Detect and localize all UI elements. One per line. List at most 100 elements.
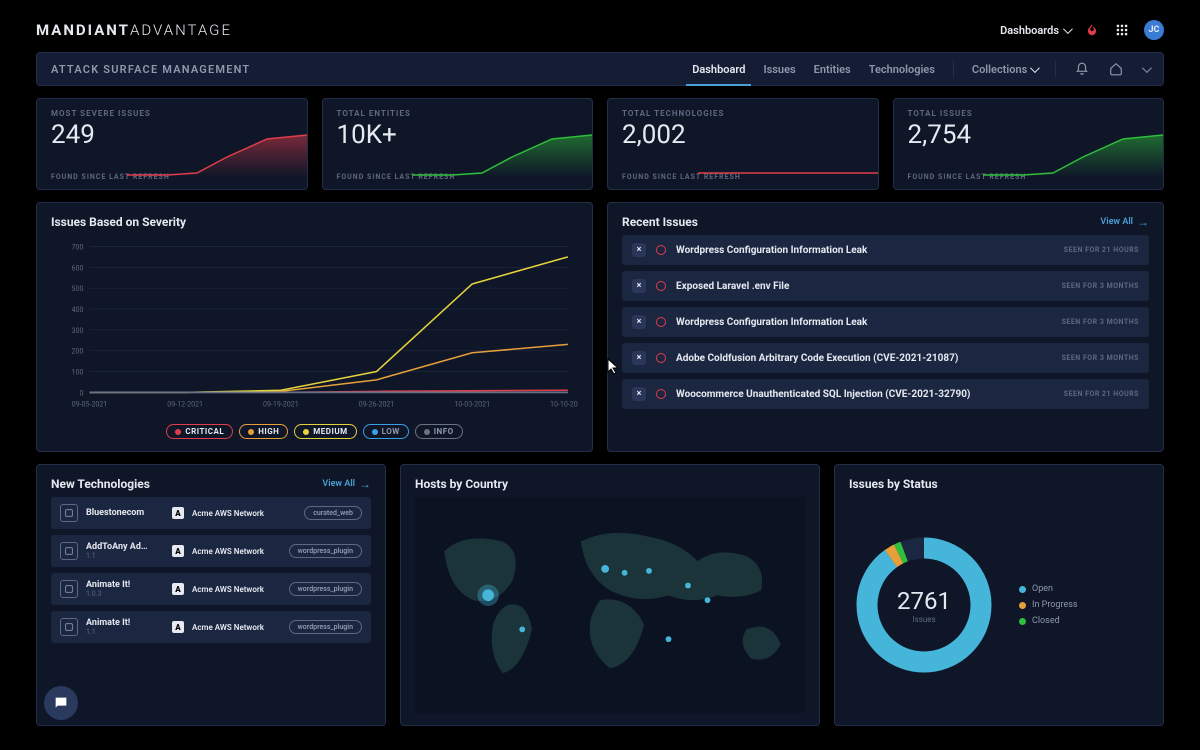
tech-row[interactable]: AddToAny Ad…1.1 A Acme AWS Network wordp…: [51, 535, 371, 567]
tech-network: Acme AWS Network: [192, 623, 281, 632]
dashboards-dropdown[interactable]: Dashboards: [1000, 24, 1070, 37]
issue-row[interactable]: × Adobe Coldfusion Arbitrary Code Execut…: [622, 343, 1149, 373]
issue-seen: SEEN FOR 3 MONTHS: [1062, 354, 1139, 362]
tech-version: 1.1: [86, 628, 164, 636]
issue-seen: SEEN FOR 3 MONTHS: [1062, 318, 1139, 326]
kpi-sparkline: [127, 127, 307, 177]
status-total: 2761: [897, 587, 951, 615]
kpi-label: TOTAL ENTITIES: [337, 109, 579, 118]
recent-viewall-link[interactable]: View All→: [1100, 215, 1149, 229]
legend-high[interactable]: HIGH: [239, 424, 288, 439]
status-total-label: Issues: [912, 615, 935, 624]
kpi-card[interactable]: MOST SEVERE ISSUES 249 FOUND SINCE LAST …: [36, 98, 308, 190]
legend-info[interactable]: INFO: [415, 424, 463, 439]
issue-row[interactable]: × Woocommerce Unauthenticated SQL Inject…: [622, 379, 1149, 409]
svg-text:10-10-2021: 10-10-2021: [550, 400, 578, 409]
recent-title: Recent Issues: [622, 215, 698, 229]
home-icon[interactable]: [1108, 61, 1124, 77]
tech-icon: [60, 618, 78, 636]
severity-legend: CRITICAL HIGH MEDIUM LOW INFO: [51, 424, 578, 439]
legend-dot-icon: [1019, 586, 1026, 593]
status-donut: 2761 Issues: [849, 530, 999, 680]
tech-title: New Technologies: [51, 477, 150, 491]
tab-entities[interactable]: Entities: [814, 53, 851, 85]
issue-row[interactable]: × Wordpress Configuration Information Le…: [622, 307, 1149, 337]
fire-icon[interactable]: [1084, 22, 1100, 38]
apps-grid-icon[interactable]: [1114, 22, 1130, 38]
issue-name: Adobe Coldfusion Arbitrary Code Executio…: [676, 353, 1052, 364]
tech-row[interactable]: Animate It!1.1 A Acme AWS Network wordpr…: [51, 611, 371, 643]
tech-icon: [60, 542, 78, 560]
legend-low[interactable]: LOW: [363, 424, 409, 439]
issue-close-icon[interactable]: ×: [632, 351, 646, 365]
svg-text:500: 500: [71, 284, 83, 293]
tech-version: 1.0.3: [86, 590, 164, 598]
arrow-right-icon: →: [359, 477, 371, 491]
kpi-sparkline: [698, 127, 878, 177]
world-map[interactable]: [415, 497, 805, 713]
tech-name: Bluestonecom: [86, 508, 164, 518]
bell-icon[interactable]: [1074, 61, 1090, 77]
tech-viewall-link[interactable]: View All→: [322, 477, 371, 491]
issue-close-icon[interactable]: ×: [632, 387, 646, 401]
map-title: Hosts by Country: [415, 477, 508, 491]
issue-close-icon[interactable]: ×: [632, 243, 646, 257]
tech-row[interactable]: Bluestonecom A Acme AWS Network curated_…: [51, 497, 371, 529]
issue-row[interactable]: × Wordpress Configuration Information Le…: [622, 235, 1149, 265]
svg-text:09-05-2021: 09-05-2021: [72, 400, 108, 409]
kpi-sparkline: [983, 127, 1163, 177]
kpi-label: TOTAL ISSUES: [908, 109, 1150, 118]
tab-issues[interactable]: Issues: [763, 53, 795, 85]
tech-row[interactable]: Animate It!1.0.3 A Acme AWS Network word…: [51, 573, 371, 605]
issue-name: Wordpress Configuration Information Leak: [676, 245, 1054, 256]
tech-network: Acme AWS Network: [192, 547, 281, 556]
issue-name: Woocommerce Unauthenticated SQL Injectio…: [676, 389, 1054, 400]
tech-tag: wordpress_plugin: [289, 582, 362, 596]
tech-name: Animate It!: [86, 580, 164, 590]
svg-text:09-19-2021: 09-19-2021: [263, 400, 299, 409]
issue-seen: SEEN FOR 3 MONTHS: [1062, 282, 1139, 290]
chevron-down-icon[interactable]: [1142, 63, 1152, 73]
tech-network: Acme AWS Network: [192, 585, 281, 594]
severity-title: Issues Based on Severity: [51, 215, 186, 229]
avatar[interactable]: JC: [1144, 20, 1164, 40]
tech-version: 1.1: [86, 552, 164, 560]
severity-ring-icon: [656, 281, 666, 291]
topbar: MANDIANTADVANTAGE Dashboards JC: [36, 16, 1164, 44]
tab-collections[interactable]: Collections: [972, 53, 1037, 85]
severity-ring-icon: [656, 317, 666, 327]
provider-badge-icon: A: [172, 583, 184, 595]
kpi-card[interactable]: TOTAL TECHNOLOGIES 2,002 FOUND SINCE LAS…: [607, 98, 879, 190]
issue-seen: SEEN FOR 21 HOURS: [1064, 246, 1139, 254]
issue-name: Exposed Laravel .env File: [676, 281, 1052, 292]
kpi-row: MOST SEVERE ISSUES 249 FOUND SINCE LAST …: [36, 98, 1164, 190]
kpi-card[interactable]: TOTAL ISSUES 2,754 FOUND SINCE LAST REFR…: [893, 98, 1165, 190]
tech-name: AddToAny Ad…: [86, 542, 164, 552]
recent-issues-card: Recent Issues View All→ × Wordpress Conf…: [607, 202, 1164, 452]
chat-widget[interactable]: [44, 686, 78, 720]
issue-close-icon[interactable]: ×: [632, 279, 646, 293]
kpi-card[interactable]: TOTAL ENTITIES 10K+ FOUND SINCE LAST REF…: [322, 98, 594, 190]
status-legend-item: Open: [1019, 584, 1078, 594]
issue-close-icon[interactable]: ×: [632, 315, 646, 329]
svg-text:09-12-2021: 09-12-2021: [167, 400, 203, 409]
kpi-sparkline: [412, 127, 592, 177]
kpi-label: TOTAL TECHNOLOGIES: [622, 109, 864, 118]
svg-text:09-26-2021: 09-26-2021: [359, 400, 395, 409]
new-tech-card: New Technologies View All→ Bluestonecom …: [36, 464, 386, 726]
provider-badge-icon: A: [172, 507, 184, 519]
issue-row[interactable]: × Exposed Laravel .env File SEEN FOR 3 M…: [622, 271, 1149, 301]
chevron-down-icon: [1030, 63, 1040, 73]
status-legend-item: In Progress: [1019, 600, 1078, 610]
svg-text:300: 300: [71, 326, 83, 335]
svg-text:700: 700: [71, 242, 83, 251]
tab-dashboard[interactable]: Dashboard: [692, 53, 745, 85]
brand-logo: MANDIANTADVANTAGE: [36, 21, 232, 39]
issue-seen: SEEN FOR 21 HOURS: [1064, 390, 1139, 398]
tech-icon: [60, 504, 78, 522]
legend-medium[interactable]: MEDIUM: [294, 424, 356, 439]
subheader: ATTACK SURFACE MANAGEMENT Dashboard Issu…: [36, 52, 1164, 86]
tab-technologies[interactable]: Technologies: [869, 53, 935, 85]
legend-critical[interactable]: CRITICAL: [166, 424, 233, 439]
arrow-right-icon: →: [1137, 215, 1149, 229]
